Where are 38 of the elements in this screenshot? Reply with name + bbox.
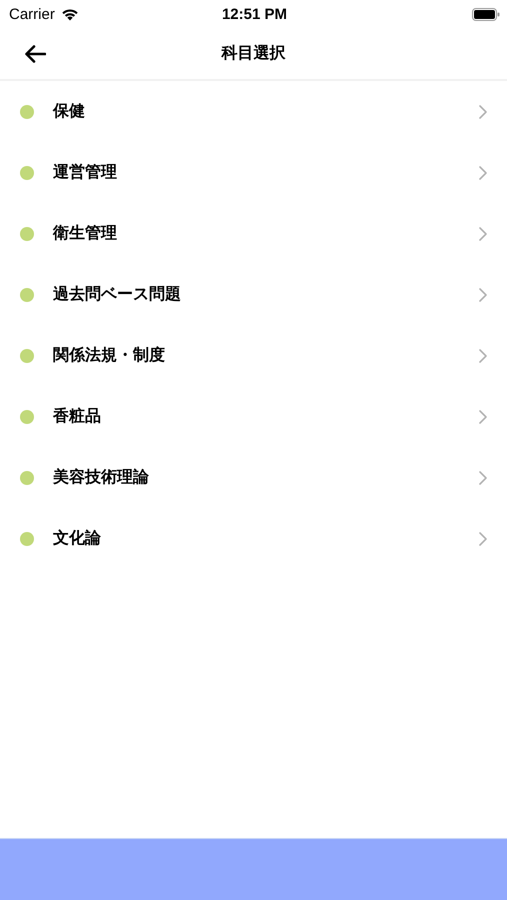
carrier-name: Carrier <box>9 6 55 22</box>
subject-item[interactable]: 関係法規・制度 <box>0 325 507 386</box>
chevron-right-icon <box>479 288 487 302</box>
subject-item[interactable]: 保健 <box>0 81 507 142</box>
subject-label: 香粧品 <box>53 406 102 427</box>
subject-item[interactable]: 過去問ベース問題 <box>0 264 507 325</box>
chevron-right-icon <box>479 104 487 118</box>
subject-item[interactable]: 文化論 <box>0 508 507 569</box>
status-time: 12:51 PM <box>222 6 288 22</box>
chevron-right-icon <box>479 532 487 546</box>
bullet-dot-icon <box>20 288 34 302</box>
subject-item[interactable]: 衛生管理 <box>0 203 507 264</box>
bullet-dot-icon <box>20 532 34 546</box>
screen-title: 科目選択 <box>220 43 286 64</box>
bullet-dot-icon <box>20 470 34 484</box>
bullet-dot-icon <box>20 104 34 118</box>
subject-label: 保健 <box>53 101 86 122</box>
battery-icon <box>472 8 500 20</box>
subject-item[interactable]: 運営管理 <box>0 142 507 203</box>
bullet-dot-icon <box>20 226 34 240</box>
back-arrow-icon <box>24 44 46 62</box>
bullet-dot-icon <box>20 410 34 424</box>
subject-label: 運営管理 <box>53 162 118 183</box>
subject-label: 衛生管理 <box>53 223 118 244</box>
subject-item[interactable]: 香粧品 <box>0 386 507 447</box>
chevron-right-icon <box>479 470 487 484</box>
wifi-icon <box>60 8 79 20</box>
chevron-right-icon <box>479 166 487 180</box>
subject-label: 文化論 <box>53 528 102 549</box>
chevron-right-icon <box>479 410 487 424</box>
bullet-dot-icon <box>20 348 34 362</box>
subject-label: 関係法規・制度 <box>53 345 166 366</box>
bullet-dot-icon <box>20 166 34 180</box>
chevron-right-icon <box>479 348 487 362</box>
subject-label: 美容技術理論 <box>53 467 150 488</box>
subject-item[interactable]: 美容技術理論 <box>0 447 507 508</box>
chevron-right-icon <box>479 226 487 240</box>
subject-label: 過去問ベース問題 <box>53 284 182 305</box>
